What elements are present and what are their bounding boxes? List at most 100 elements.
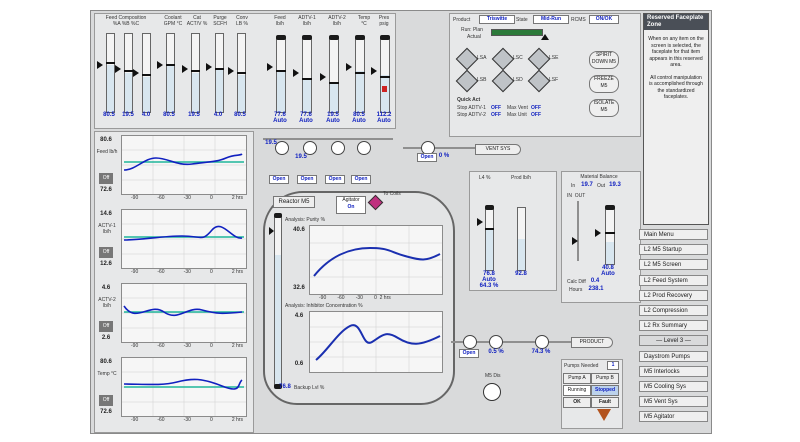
lsd-label: LSD — [513, 77, 523, 83]
setpoint-arrow[interactable] — [228, 67, 234, 75]
l4-bar[interactable] — [485, 205, 494, 271]
setpoint-arrow[interactable] — [97, 61, 103, 69]
setpoint-arrow[interactable] — [182, 65, 188, 73]
adtv1-valve-icon[interactable] — [303, 141, 317, 155]
pump-a-button[interactable]: Pump A — [563, 373, 591, 384]
stop-adtv2-value[interactable]: OFF — [491, 112, 501, 118]
setpoint-arrow[interactable] — [133, 69, 139, 77]
coolant-gpm-bar[interactable] — [166, 33, 175, 113]
setpoint-arrow[interactable] — [293, 69, 299, 77]
inhibitor-trend[interactable] — [309, 311, 443, 373]
feed-valve-icon[interactable] — [275, 141, 289, 155]
mb-in-value: 19.7 — [581, 182, 593, 188]
outlet-valve-1-icon[interactable] — [463, 335, 477, 349]
vent-sys-button[interactable]: VENT SYS — [475, 144, 521, 155]
mb-bar-mode[interactable]: Auto — [599, 271, 617, 277]
pumps-needed-value[interactable]: 1 — [607, 361, 619, 370]
pressure-mode[interactable]: Auto — [373, 118, 395, 124]
side-trend-chart[interactable] — [121, 357, 247, 417]
side-trend-mode-button[interactable]: Off — [99, 247, 113, 258]
l4-setpoint-arrow[interactable] — [477, 218, 483, 226]
nav-button[interactable]: L2 Prod Recovery — [639, 289, 708, 301]
m5-discharge-pump-icon[interactable] — [483, 383, 501, 401]
side-trend-chart[interactable] — [121, 209, 247, 269]
prod-bar[interactable] — [517, 207, 526, 271]
actual-label: Actual — [467, 34, 481, 40]
reactor-level-bar[interactable] — [274, 213, 282, 389]
level-setpoint-arrow[interactable] — [269, 227, 274, 235]
feed-mode[interactable]: Auto — [270, 118, 290, 124]
temp-mode[interactable]: Auto — [349, 118, 369, 124]
cat-bar[interactable] — [191, 33, 200, 113]
freeze-button[interactable]: FREEZE M5 — [589, 75, 619, 93]
setpoint-arrow[interactable] — [157, 61, 163, 69]
setpoint-arrow[interactable] — [371, 67, 377, 75]
max-vent-value[interactable]: OFF — [531, 105, 541, 111]
nav-button[interactable]: L2 M5 Startup — [639, 244, 708, 256]
spirit-down-button[interactable]: SPIRIT DOWN M5 — [589, 51, 619, 69]
composition-c-bar[interactable] — [142, 33, 151, 113]
setpoint-arrow[interactable] — [346, 63, 352, 71]
setpoint-arrow[interactable] — [320, 73, 326, 81]
side-trend-chart[interactable] — [121, 283, 247, 343]
pressure-bar[interactable] — [380, 35, 390, 113]
outlet-valve-1-open[interactable]: Open — [459, 349, 479, 358]
outlet-valve-2-icon[interactable] — [489, 335, 503, 349]
mb-level-bar[interactable] — [605, 205, 615, 265]
run-plan-label: Run: Plan — [461, 27, 483, 33]
nav-button[interactable]: M5 Cooling Sys — [639, 381, 708, 392]
side-trend-top-value: 14.6 — [100, 211, 112, 217]
adtv1-flow-bar[interactable] — [302, 35, 312, 113]
agitator-status[interactable]: Agitator On — [336, 196, 366, 214]
adtv2-flow-bar[interactable] — [329, 35, 339, 113]
adtv2-label: ADTV-2 lb/h — [328, 15, 346, 27]
mb-bar-arrow[interactable] — [595, 229, 601, 237]
nav-button[interactable]: L2 M5 Screen — [639, 259, 708, 271]
stop-adtv1-label: Stop ADTV-1 — [457, 105, 486, 111]
adtv2-mode[interactable]: Auto — [323, 118, 343, 124]
run-progress-marker — [541, 34, 549, 40]
nav-button[interactable]: Main Menu — [639, 229, 708, 240]
feed-flow-bar[interactable] — [276, 35, 286, 113]
side-trend-mode-button[interactable]: Off — [99, 321, 113, 332]
adtv2-valve-open[interactable]: Open — [325, 175, 345, 184]
nav-button[interactable]: M5 Interlocks — [639, 365, 708, 377]
side-trend-mode-button[interactable]: Off — [99, 173, 113, 184]
pump-ok-button[interactable]: OK — [563, 397, 591, 408]
temp-valve-open[interactable]: Open — [351, 175, 371, 184]
outlet-valve-3-icon[interactable] — [535, 335, 549, 349]
temp-valve-icon[interactable] — [357, 141, 371, 155]
adtv2-valve-icon[interactable] — [331, 141, 345, 155]
setpoint-arrow[interactable] — [267, 63, 273, 71]
product-button[interactable]: PRODUCT — [571, 337, 613, 348]
pump-b-button[interactable]: Pump B — [591, 373, 619, 384]
pump-fault-button[interactable]: Fault — [591, 397, 619, 408]
feed-valve-open[interactable]: Open — [269, 175, 289, 184]
setpoint-arrow[interactable] — [115, 65, 121, 73]
composition-a-bar[interactable] — [106, 33, 115, 113]
purge-bar[interactable] — [215, 33, 224, 113]
stop-adtv1-value[interactable]: OFF — [491, 105, 501, 111]
isolate-button[interactable]: ISOLATE M5 — [589, 99, 619, 117]
vent-valve-open[interactable]: Open — [417, 153, 437, 162]
nav-button[interactable]: L2 Rx Summary — [639, 320, 708, 332]
purity-trend[interactable] — [309, 225, 443, 295]
max-unit-value[interactable]: OFF — [531, 112, 541, 118]
nav-button[interactable]: L2 Compression — [639, 305, 708, 316]
adtv1-valve-open[interactable]: Open — [297, 175, 317, 184]
side-trend-bottom-value: 12.6 — [100, 261, 112, 267]
temp-bar[interactable] — [355, 35, 365, 113]
side-trend-chart[interactable] — [121, 135, 247, 195]
mb-out-value: 19.3 — [609, 182, 621, 188]
nav-button[interactable]: L2 Feed System — [639, 274, 708, 286]
side-trend-mode-button[interactable]: Off — [99, 395, 113, 406]
nav-button[interactable]: M5 Vent Sys — [639, 396, 708, 408]
prod-label: Prod lb/h — [511, 175, 532, 181]
composition-b-bar[interactable] — [124, 33, 133, 113]
nav-button[interactable]: M5 Agitator — [639, 411, 708, 423]
nav-button[interactable]: Daystrom Pumps — [639, 350, 708, 362]
rcms-value[interactable]: ON/OK — [589, 15, 619, 24]
conv-bar[interactable] — [237, 33, 246, 113]
adtv1-mode[interactable]: Auto — [296, 118, 316, 124]
setpoint-arrow[interactable] — [206, 63, 212, 71]
